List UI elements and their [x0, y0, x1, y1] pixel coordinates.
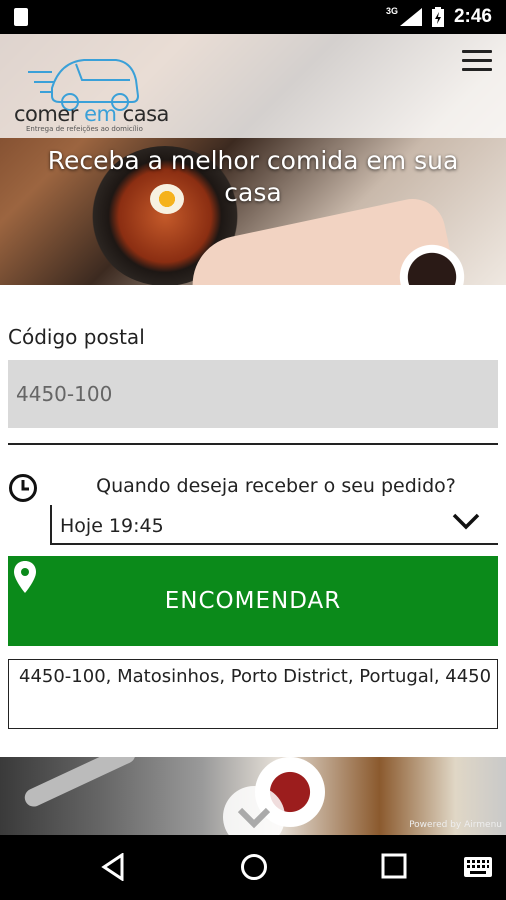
order-form: Código postal Quando deseja receber o se… — [0, 285, 506, 757]
navigation-bar — [0, 835, 506, 900]
divider — [8, 443, 498, 445]
chevron-down-icon — [238, 807, 270, 829]
battery-charging-icon — [431, 7, 444, 27]
status-bar: 3G 2:46 — [0, 0, 506, 34]
hamburger-menu-icon[interactable] — [462, 50, 492, 72]
postal-code-input[interactable] — [8, 360, 498, 428]
keyboard-icon[interactable] — [464, 857, 492, 877]
logo-text: comer em casa — [14, 102, 169, 126]
recents-icon[interactable] — [381, 853, 407, 879]
network-type: 3G — [385, 6, 398, 16]
delivery-time-select[interactable]: Hoje 19:45 — [50, 505, 498, 545]
postal-code-label: Código postal — [8, 325, 145, 349]
spoon-image — [21, 757, 139, 810]
clock-time: 2:46 — [453, 6, 492, 27]
hero-title: Receba a melhor comida em sua casa — [47, 146, 459, 207]
address-field[interactable]: 4450-100, Matosinhos, Porto District, Po… — [8, 659, 498, 729]
delivery-time-question: Quando deseja receber o seu pedido? — [96, 475, 456, 497]
clock-icon — [9, 474, 37, 502]
logo-tagline: Entrega de refeições ao domicílio — [26, 125, 143, 133]
signal-icon — [399, 8, 422, 26]
home-icon[interactable] — [240, 853, 268, 881]
sim-card-icon — [14, 8, 28, 26]
chevron-down-icon — [452, 513, 480, 530]
back-icon[interactable] — [100, 853, 126, 881]
powered-by-text: Powered by Airmenu — [409, 820, 502, 830]
order-button[interactable]: ENCOMENDAR — [8, 556, 498, 646]
location-pin-icon — [14, 561, 36, 593]
delivery-time-value: Hoje 19:45 — [60, 515, 164, 537]
